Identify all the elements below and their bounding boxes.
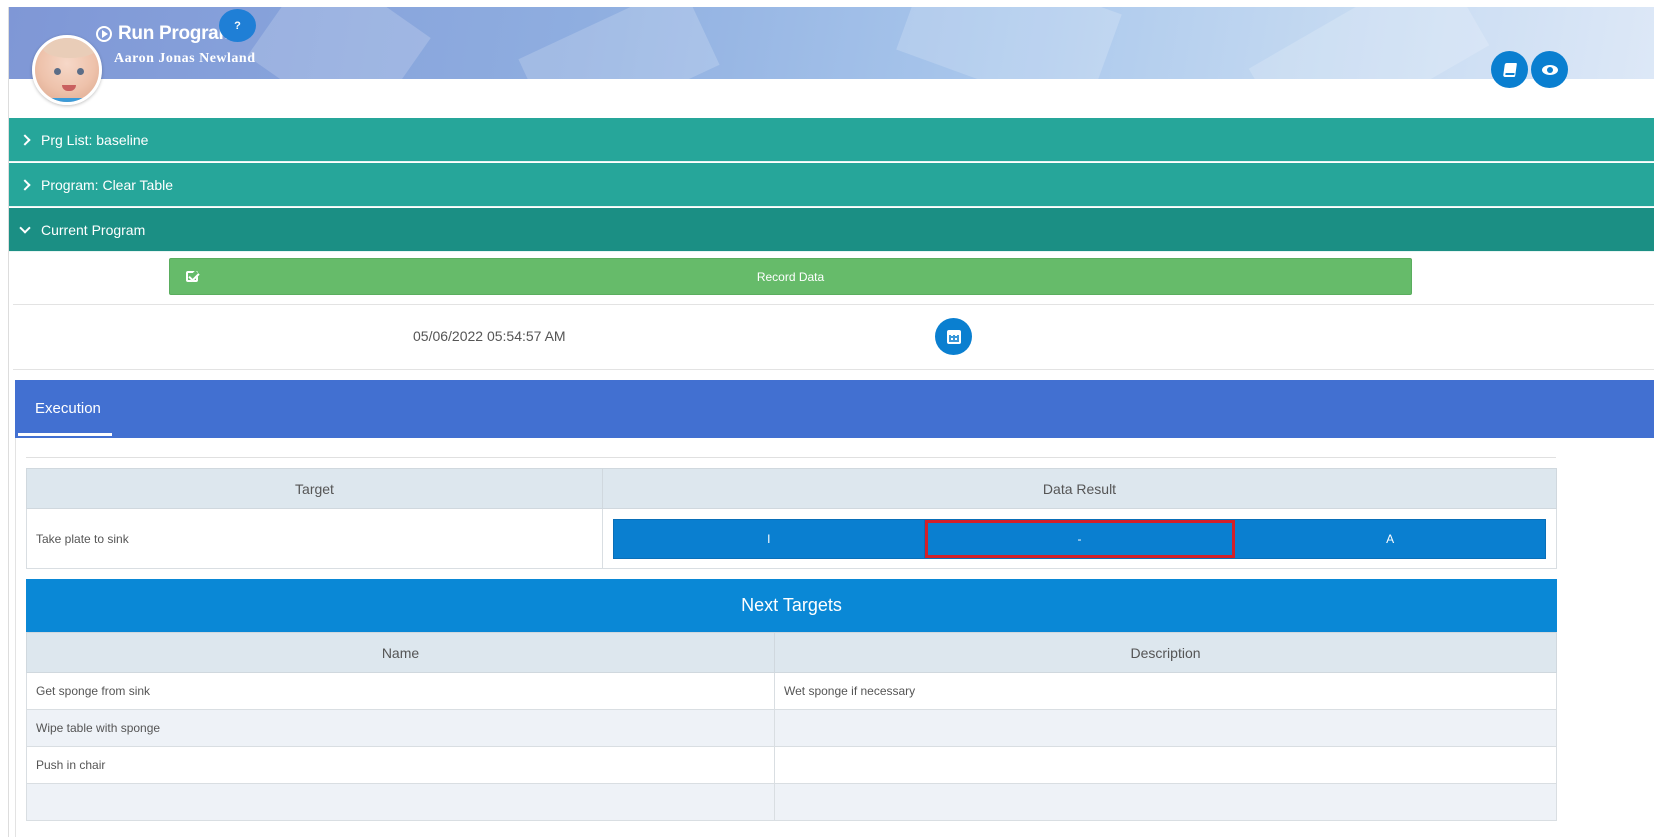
divider (13, 369, 1654, 370)
execution-panel: Target Data Result Take plate to sink I … (15, 438, 1654, 837)
header-decoration (518, 7, 720, 79)
data-result-options: I - A (613, 518, 1546, 559)
table-row: Wipe table with sponge (26, 709, 1557, 747)
help-button[interactable]: ? (219, 9, 256, 42)
chevron-right-icon (19, 178, 31, 191)
column-header-description: Description (774, 632, 1557, 673)
divider (13, 304, 1654, 305)
header-decoration (896, 7, 1122, 79)
result-option-i[interactable]: I (614, 519, 925, 558)
record-data-label: Record Data (756, 269, 825, 284)
table-row: Take plate to sink I - A (26, 508, 1557, 569)
session-datetime: 05/06/2022 05:54:57 AM (413, 328, 566, 344)
header-decoration (247, 7, 431, 79)
patient-avatar (32, 35, 102, 105)
next-target-description (774, 709, 1557, 747)
next-target-description (774, 783, 1557, 821)
play-circle-icon (96, 26, 112, 42)
patient-name: Aaron Jonas Newland (114, 51, 256, 66)
page-container: Run Program ? Aaron Jonas Newland Prg Li… (8, 7, 1654, 837)
next-target-description: Wet sponge if necessary (774, 672, 1557, 710)
active-tab-indicator (18, 433, 112, 436)
next-targets-table: Name Description Get sponge from sink We… (26, 632, 1557, 821)
next-target-name (26, 783, 775, 821)
result-option-a[interactable]: A (1235, 520, 1545, 558)
header-spacer (9, 79, 1654, 123)
table-row: Get sponge from sink Wet sponge if neces… (26, 672, 1557, 710)
title-row: Run Program (96, 23, 235, 45)
page-title: Run Program (118, 23, 236, 44)
page-header (9, 7, 1654, 79)
book-icon (1502, 62, 1517, 77)
calendar-button[interactable] (935, 318, 972, 355)
header-decoration (1248, 7, 1490, 79)
target-name: Take plate to sink (26, 508, 603, 569)
accordion-label: Program: Clear Table (41, 176, 174, 193)
record-data-button[interactable]: Record Data (169, 258, 1412, 295)
next-target-description (774, 746, 1557, 784)
tab-bar: Execution (15, 380, 1654, 438)
accordion-prg-list[interactable]: Prg List: baseline (9, 118, 1654, 162)
check-square-icon (186, 271, 198, 282)
column-header-name: Name (26, 632, 775, 673)
result-option-dash[interactable]: - (924, 519, 1236, 558)
table-row: Push in chair (26, 746, 1557, 784)
accordion-current-program[interactable]: Current Program (9, 208, 1654, 252)
chevron-right-icon (19, 133, 31, 146)
divider (26, 457, 1556, 458)
column-header-data-result: Data Result (602, 468, 1557, 509)
next-targets-title: Next Targets (26, 579, 1557, 632)
data-result-cell: I - A (602, 508, 1557, 569)
book-button[interactable] (1491, 51, 1528, 88)
tab-execution[interactable]: Execution (35, 400, 101, 417)
accordion-label: Current Program (41, 221, 146, 238)
column-header-target: Target (26, 468, 603, 509)
next-target-name: Wipe table with sponge (26, 709, 775, 747)
accordion-label: Prg List: baseline (41, 131, 149, 148)
next-target-name: Get sponge from sink (26, 672, 775, 710)
chevron-down-icon (19, 221, 31, 234)
view-button[interactable] (1531, 51, 1568, 88)
accordion-program[interactable]: Program: Clear Table (9, 163, 1654, 207)
next-target-name: Push in chair (26, 746, 775, 784)
calendar-icon (946, 329, 961, 344)
eye-icon (1541, 64, 1558, 75)
table-row (26, 783, 1557, 821)
target-table: Target Data Result Take plate to sink I … (26, 468, 1557, 569)
